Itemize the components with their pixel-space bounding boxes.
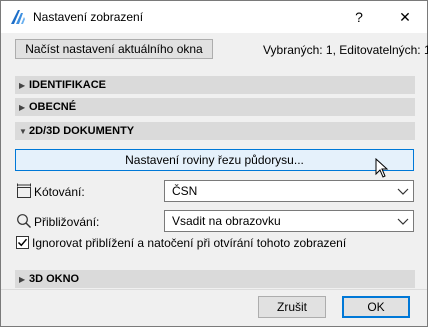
chevron-down-icon — [397, 188, 409, 195]
checkmark-icon — [17, 238, 28, 247]
close-button[interactable]: ✕ — [383, 1, 427, 33]
section-2d3d-dokumenty[interactable]: ▼ 2D/3D DOKUMENTY — [15, 122, 415, 140]
window-title: Nastavení zobrazení — [33, 10, 144, 24]
section-identifikace[interactable]: ▶ IDENTIFIKACE — [15, 76, 415, 94]
footer-divider — [1, 289, 427, 290]
magnifier-icon — [17, 214, 31, 228]
section-obecne[interactable]: ▶ OBECNÉ — [15, 98, 415, 116]
chevron-down-icon — [397, 218, 409, 225]
section-label: IDENTIFIKACE — [29, 79, 106, 91]
triangle-right-icon: ▶ — [19, 274, 26, 284]
dimensioning-select[interactable]: ČSN — [164, 180, 414, 202]
triangle-down-icon: ▼ — [19, 126, 27, 136]
dimension-icon — [17, 183, 31, 198]
section-label: OBECNÉ — [29, 101, 77, 113]
archicad-logo-icon — [11, 10, 25, 24]
cut-plane-button-label: Nastavení roviny řezu půdorysu... — [125, 153, 304, 167]
triangle-right-icon: ▶ — [19, 80, 26, 90]
zoom-select[interactable]: Vsadit na obrazovku — [164, 210, 414, 232]
dialog-window: Nastavení zobrazení ? ✕ Načíst nastavení… — [0, 0, 428, 327]
ok-button-label: OK — [367, 300, 385, 314]
ignore-zoom-label: Ignorovat přiblížení a natočení při otví… — [32, 236, 347, 250]
ok-button[interactable]: OK — [342, 296, 410, 318]
cancel-button-label: Zrušit — [277, 300, 307, 314]
dimensioning-value: ČSN — [172, 184, 198, 198]
triangle-right-icon: ▶ — [19, 102, 26, 112]
section-label: 3D OKNO — [29, 273, 80, 285]
load-current-window-settings-button[interactable]: Načíst nastavení aktuálního okna — [15, 39, 213, 59]
ignore-zoom-checkbox[interactable] — [16, 236, 29, 249]
load-button-label: Načíst nastavení aktuálního okna — [25, 42, 203, 56]
selection-info: Vybraných: 1, Editovatelných: 1 — [263, 43, 428, 57]
title-bar: Nastavení zobrazení ? ✕ — [1, 1, 427, 33]
mouse-pointer-icon — [375, 158, 389, 178]
section-3d-okno[interactable]: ▶ 3D OKNO — [15, 270, 415, 288]
help-icon: ? — [355, 9, 363, 25]
section-label: 2D/3D DOKUMENTY — [29, 125, 135, 137]
zoom-value: Vsadit na obrazovku — [172, 214, 281, 228]
cut-plane-settings-button[interactable]: Nastavení roviny řezu půdorysu... — [15, 149, 414, 171]
dimensioning-label: Kótování: — [34, 185, 85, 199]
cancel-button[interactable]: Zrušit — [258, 296, 326, 318]
zoom-label: Přibližování: — [34, 215, 100, 229]
help-button[interactable]: ? — [337, 1, 381, 33]
close-icon: ✕ — [399, 8, 411, 25]
